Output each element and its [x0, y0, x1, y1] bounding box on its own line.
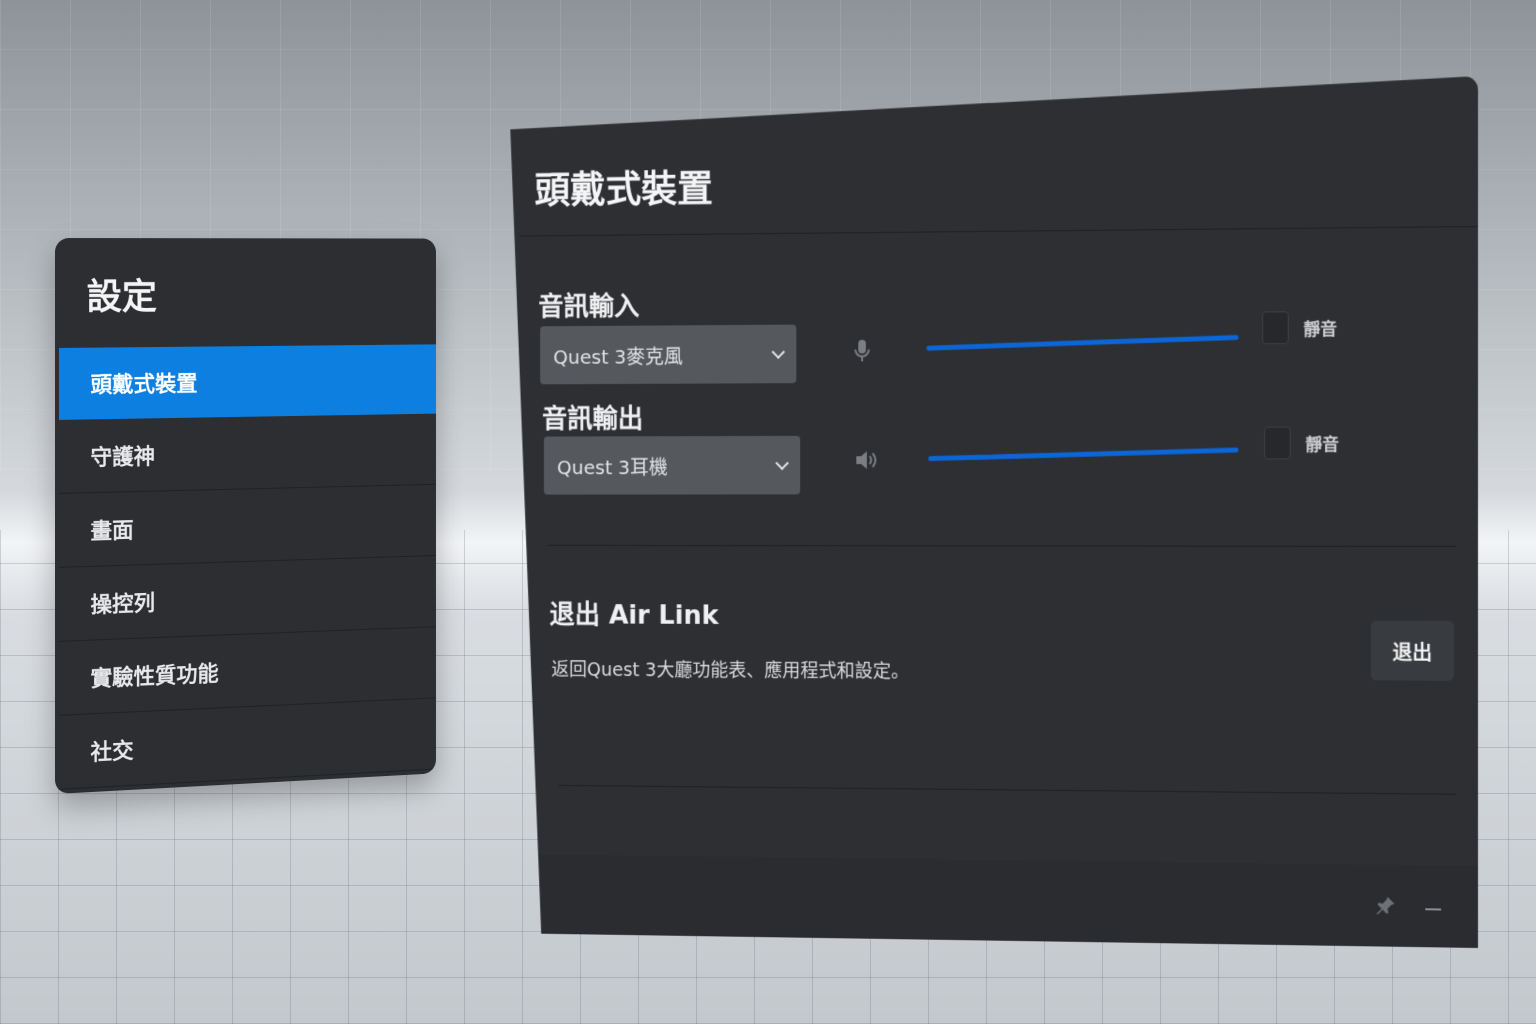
settings-sidebar: 設定 頭戴式裝置 守護神 畫面 操控列 實驗性質功能 社交: [55, 238, 436, 794]
microphone-icon: [850, 338, 875, 364]
exit-air-link-button[interactable]: 退出: [1371, 621, 1454, 681]
audio-input-dropdown[interactable]: Quest 3麥克風: [540, 325, 796, 385]
sidebar-nav: 頭戴式裝置 守護神 畫面 操控列 實驗性質功能 社交: [58, 344, 436, 790]
air-link-title: 退出 Air Link: [549, 600, 719, 631]
sidebar-item-display[interactable]: 畫面: [58, 484, 436, 568]
audio-output-volume-slider[interactable]: [928, 447, 1238, 461]
minimize-icon[interactable]: [1422, 895, 1444, 917]
audio-input-mute-checkbox[interactable]: [1262, 311, 1289, 344]
speaker-icon: [853, 447, 878, 472]
headset-settings-panel: 頭戴式裝置 音訊輸入 Quest 3麥克風 靜音 音訊輸出 Quest 3耳機 …: [510, 76, 1478, 948]
sidebar-title: 設定: [86, 276, 157, 318]
chevron-down-icon: [772, 345, 785, 359]
page-title: 頭戴式裝置: [534, 166, 713, 212]
audio-output-mute-checkbox[interactable]: [1264, 427, 1291, 460]
audio-input-label: 音訊輸入: [538, 291, 640, 323]
air-link-description: 返回Quest 3大廳功能表、應用程式和設定。: [551, 659, 910, 683]
audio-output-mute-label: 靜音: [1305, 435, 1340, 456]
audio-output-dropdown[interactable]: Quest 3耳機: [544, 436, 800, 495]
divider: [559, 785, 1456, 795]
audio-output-device: Quest 3耳機: [556, 455, 668, 479]
pin-icon[interactable]: [1375, 895, 1397, 917]
audio-input-device: Quest 3麥克風: [553, 344, 683, 369]
chevron-down-icon: [775, 456, 788, 470]
sidebar-item-guardian[interactable]: 守護神: [58, 413, 436, 494]
audio-input-volume-slider[interactable]: [926, 335, 1238, 351]
panel-footer: [536, 854, 1478, 948]
sidebar-item-headset[interactable]: 頭戴式裝置: [58, 344, 436, 420]
divider: [520, 226, 1478, 237]
audio-input-mute-label: 靜音: [1303, 319, 1338, 341]
audio-output-label: 音訊輸出: [542, 404, 644, 435]
divider: [548, 545, 1456, 547]
